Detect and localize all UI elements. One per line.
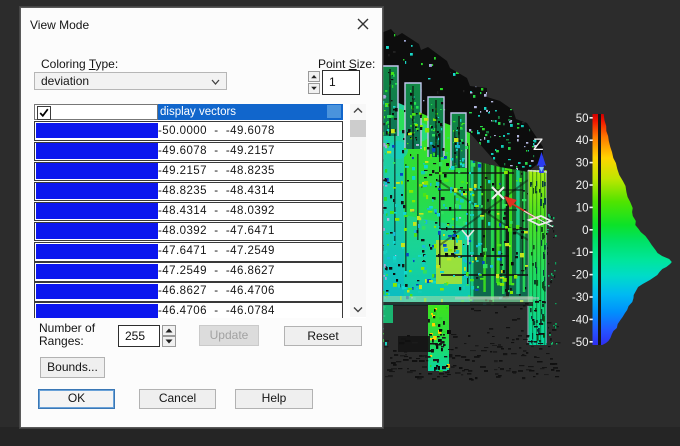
- svg-text:-40: -40: [572, 314, 589, 326]
- svg-text:-50: -50: [572, 337, 589, 349]
- svg-text:-30: -30: [572, 292, 589, 304]
- svg-text:20: 20: [576, 180, 589, 192]
- svg-text:0: 0: [582, 225, 588, 237]
- svg-text:Z: Z: [533, 135, 543, 154]
- svg-text:40: 40: [576, 135, 589, 147]
- svg-text:10: 10: [576, 202, 589, 214]
- svg-text:30: 30: [576, 158, 589, 170]
- svg-text:-20: -20: [572, 270, 589, 282]
- svg-text:-10: -10: [572, 247, 589, 259]
- svg-text:50: 50: [576, 113, 589, 125]
